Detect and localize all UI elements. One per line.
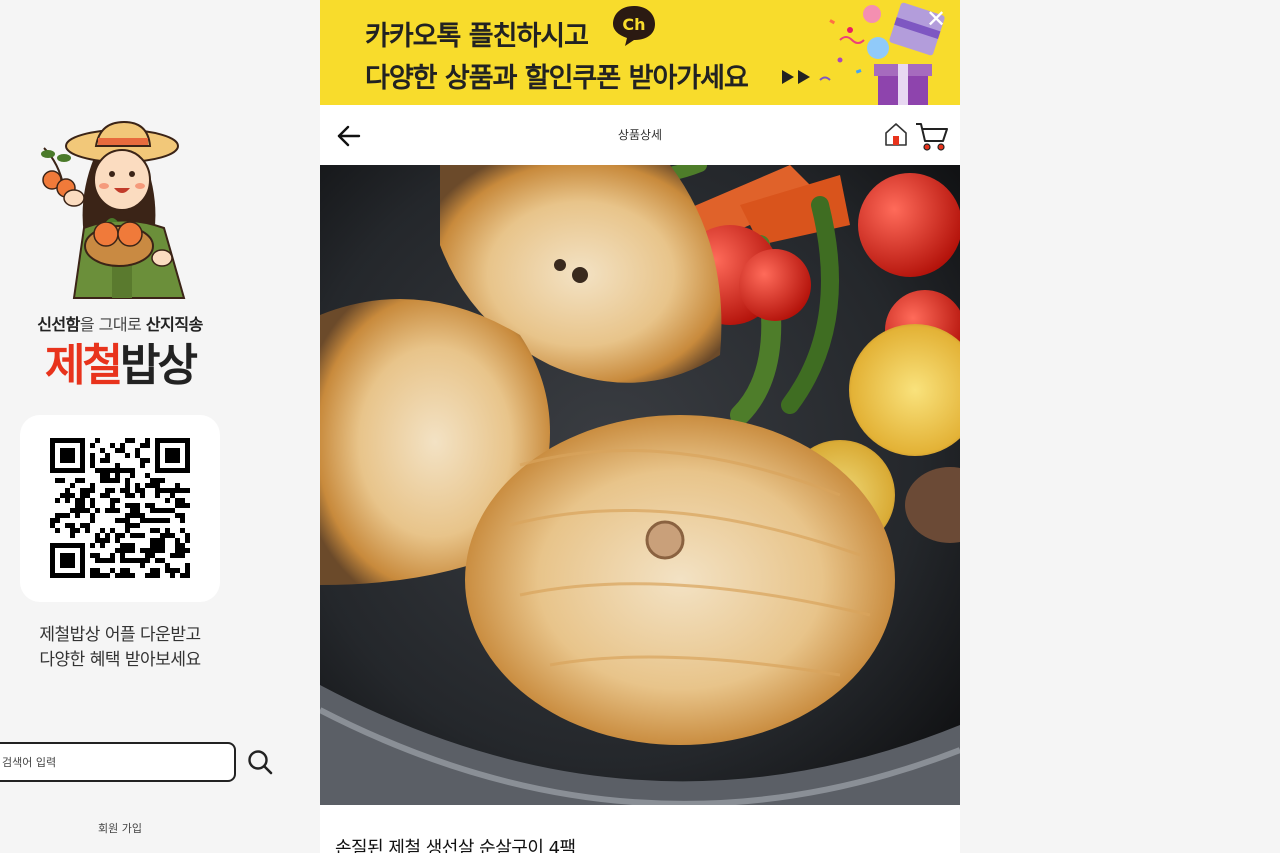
tagline: 신선함을 그대로 산지직송	[37, 315, 203, 334]
app-promo-line-1: 제철밥상 어플 다운받고	[39, 625, 201, 645]
left-promo-panel: 신선함을 그대로 산지직송 제철밥상 제철밥상 어플 다운받고 다양한 혜택 받…	[0, 0, 320, 853]
search-box	[0, 742, 236, 782]
page-title: 상품상세	[617, 128, 663, 142]
app-promo-line-2: 다양한 혜택 받아보세요	[39, 650, 201, 670]
banner-headline: 카카오톡 플친하시고	[365, 21, 589, 52]
kakao-channel-banner[interactable]: 카카오톡 플친하시고 Ch 다양한 상품과 할인쿠폰 받아가세요 ✕	[320, 0, 960, 105]
brand-logo-text: 제철밥상	[45, 340, 198, 391]
qr-code-card	[20, 415, 220, 602]
search-icon[interactable]	[247, 749, 273, 775]
cart-icon[interactable]	[915, 120, 949, 152]
app-download-promo: 제철밥상 어플 다운받고 다양한 혜택 받아보세요	[0, 623, 240, 673]
home-icon[interactable]	[883, 121, 909, 147]
banner-subline: 다양한 상품과 할인쿠폰 받아가세요	[365, 63, 749, 94]
svg-text:Ch: Ch	[622, 15, 645, 34]
kakao-channel-badge-icon: Ch	[613, 6, 655, 46]
mobile-frame: 카카오톡 플친하시고 Ch 다양한 상품과 할인쿠폰 받아가세요 ✕ 상품상세 …	[320, 0, 960, 853]
qr-code	[50, 438, 190, 578]
product-photo-grilled-fish[interactable]	[320, 165, 960, 805]
farmer-mascot-illustration	[41, 120, 186, 299]
search-input[interactable]	[0, 744, 222, 780]
top-nav-bar: 상품상세	[320, 105, 960, 165]
footer-link[interactable]: 회원 가입	[0, 820, 240, 836]
close-icon[interactable]: ✕	[925, 7, 947, 31]
product-title: 손질된 제철 생선살 순살구이 4팩	[335, 838, 576, 853]
